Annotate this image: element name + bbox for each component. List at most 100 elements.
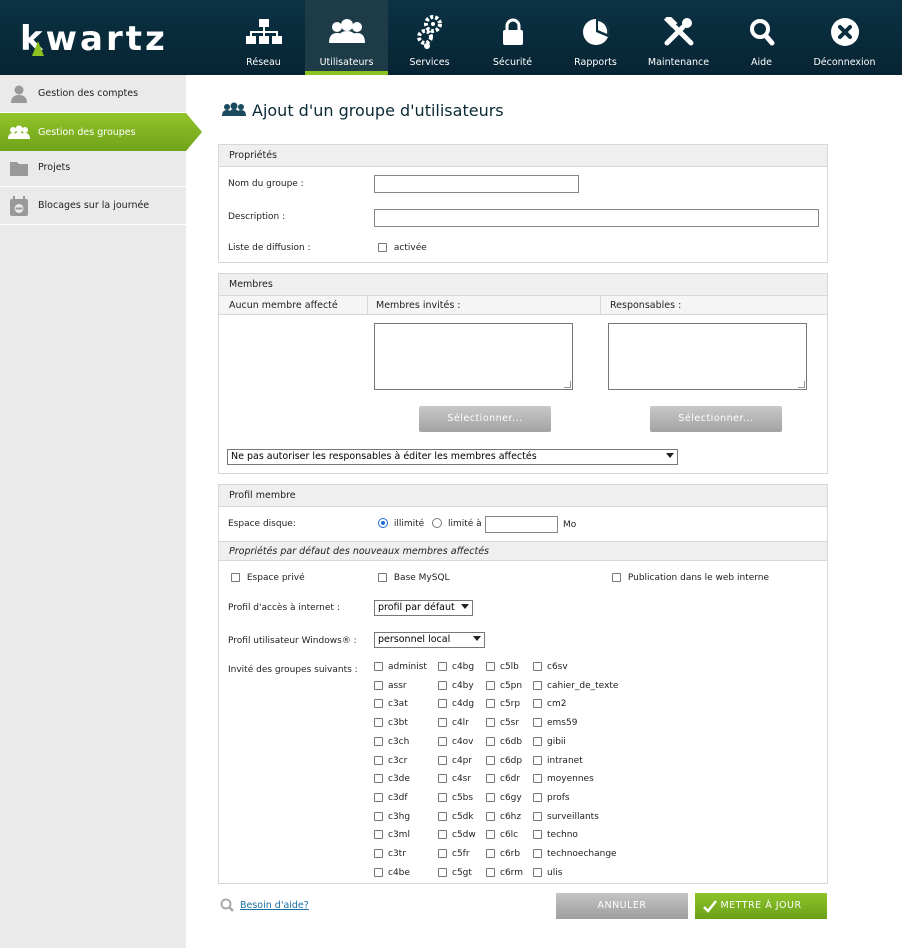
sidebar-item-groupes[interactable]: Gestion des groupes [0, 113, 202, 151]
group-checkbox[interactable] [533, 662, 542, 671]
group-checkbox[interactable] [438, 849, 447, 858]
group-checkbox[interactable] [486, 662, 495, 671]
group-checkbox[interactable] [374, 811, 383, 821]
group-checkbox[interactable] [533, 774, 542, 784]
group-checkbox[interactable] [438, 718, 447, 728]
group-checkbox[interactable] [533, 811, 542, 821]
top-bar: kwartz Réseau Utilisateurs Services Sécu… [0, 0, 902, 75]
nav-maintenance[interactable]: Maintenance [637, 0, 720, 75]
help-link[interactable]: Besoin d'aide? [240, 900, 309, 911]
nav-services[interactable]: Services [388, 0, 471, 75]
nav-aide[interactable]: Aide [720, 0, 803, 75]
group-checkbox[interactable] [438, 755, 447, 765]
diffusion-checkbox[interactable] [378, 243, 387, 252]
group-checkbox[interactable] [533, 736, 542, 746]
group-label: c6rb [500, 849, 521, 859]
managers-textarea[interactable] [608, 323, 807, 390]
group-checkbox[interactable] [486, 830, 495, 840]
group-checkbox[interactable] [533, 849, 542, 858]
group-checkbox[interactable] [533, 680, 542, 690]
group-checkbox[interactable] [486, 736, 495, 746]
group-option: intranet [533, 755, 583, 766]
sidebar-item-comptes[interactable]: Gestion des comptes [0, 75, 186, 113]
group-option: c6db [486, 736, 522, 747]
group-checkbox[interactable] [438, 792, 447, 802]
group-checkbox[interactable] [486, 718, 495, 728]
kwartz-logo[interactable]: kwartz [18, 14, 178, 60]
sidebar-item-blocages[interactable]: Blocages sur la journée [0, 187, 186, 225]
group-option: c5bs [438, 792, 473, 803]
group-option: c4bg [438, 662, 474, 672]
group-checkbox[interactable] [533, 755, 542, 765]
group-option: c4by [438, 680, 474, 691]
group-label: c3at [388, 699, 408, 710]
members-columns: Aucun membre affecté Membres invités : R… [219, 296, 827, 315]
group-checkbox[interactable] [438, 680, 447, 690]
group-checkbox[interactable] [374, 699, 383, 709]
group-label: c3hg [388, 811, 411, 822]
invited-members-textarea[interactable] [374, 323, 573, 390]
page-title-text: Ajout d'un groupe d'utilisateurs [252, 101, 504, 120]
group-checkbox[interactable] [374, 849, 383, 858]
description-input[interactable] [374, 209, 819, 227]
group-checkbox[interactable] [438, 662, 447, 671]
group-checkbox[interactable] [438, 736, 447, 746]
internet-profile-select[interactable]: profil par défaut [374, 600, 473, 616]
group-checkbox[interactable] [438, 699, 447, 709]
select-managers-button[interactable]: Sélectionner... [650, 406, 782, 432]
limited-radio[interactable] [432, 518, 443, 528]
disk-limit-input[interactable] [485, 516, 558, 533]
private-space-option: Espace privé [231, 573, 305, 583]
nav-securite[interactable]: Sécurité [471, 0, 554, 75]
group-checkbox[interactable] [486, 811, 495, 821]
check-icon [703, 900, 717, 913]
group-checkbox[interactable] [486, 774, 495, 784]
group-checkbox[interactable] [486, 792, 495, 802]
group-checkbox[interactable] [438, 811, 447, 821]
group-checkbox[interactable] [374, 755, 383, 765]
sidebar-item-projets[interactable]: Projets [0, 149, 186, 187]
group-checkbox[interactable] [486, 867, 495, 877]
group-checkbox[interactable] [438, 867, 447, 877]
group-checkbox[interactable] [438, 774, 447, 784]
tools-icon [663, 17, 693, 46]
select-invited-button[interactable]: Sélectionner... [419, 406, 551, 432]
group-checkbox[interactable] [374, 774, 383, 784]
web-pub-checkbox[interactable] [612, 573, 621, 582]
group-label: c6rm [500, 867, 523, 878]
manager-policy-select[interactable]: Ne pas autoriser les responsables à édit… [227, 449, 678, 465]
nav-reseau[interactable]: Réseau [222, 0, 305, 75]
mysql-checkbox[interactable] [378, 573, 387, 582]
group-checkbox[interactable] [533, 792, 542, 802]
group-checkbox[interactable] [486, 699, 495, 709]
nav-utilisateurs[interactable]: Utilisateurs [305, 0, 388, 75]
group-checkbox[interactable] [486, 680, 495, 690]
group-checkbox[interactable] [533, 699, 542, 709]
group-checkbox[interactable] [533, 718, 542, 728]
cancel-button[interactable]: ANNULER [556, 893, 688, 919]
group-option: cahier_de_texte [533, 680, 618, 691]
submit-button[interactable]: METTRE À JOUR [695, 893, 827, 919]
windows-profile-select[interactable]: personnel local [374, 632, 485, 648]
group-checkbox[interactable] [374, 662, 383, 671]
group-checkbox[interactable] [374, 736, 383, 746]
unlimited-radio[interactable] [378, 518, 388, 528]
group-checkbox[interactable] [486, 849, 495, 858]
private-space-checkbox[interactable] [231, 573, 240, 582]
group-checkbox[interactable] [374, 867, 383, 877]
group-checkbox[interactable] [486, 755, 495, 765]
invited-groups-label: Invité des groupes suivants : [228, 665, 358, 675]
group-checkbox[interactable] [374, 830, 383, 840]
group-checkbox[interactable] [533, 830, 542, 840]
group-option: c6rb [486, 849, 520, 859]
group-checkbox[interactable] [374, 718, 383, 728]
group-label: c5dw [452, 830, 476, 841]
nav-rapports[interactable]: Rapports [554, 0, 637, 75]
group-checkbox[interactable] [438, 830, 447, 840]
group-checkbox[interactable] [374, 792, 383, 802]
group-checkbox[interactable] [533, 867, 542, 877]
group-checkbox[interactable] [374, 680, 383, 690]
group-label: c5pn [500, 680, 523, 691]
group-name-input[interactable] [374, 175, 579, 193]
nav-deconnexion[interactable]: Déconnexion [803, 0, 886, 75]
